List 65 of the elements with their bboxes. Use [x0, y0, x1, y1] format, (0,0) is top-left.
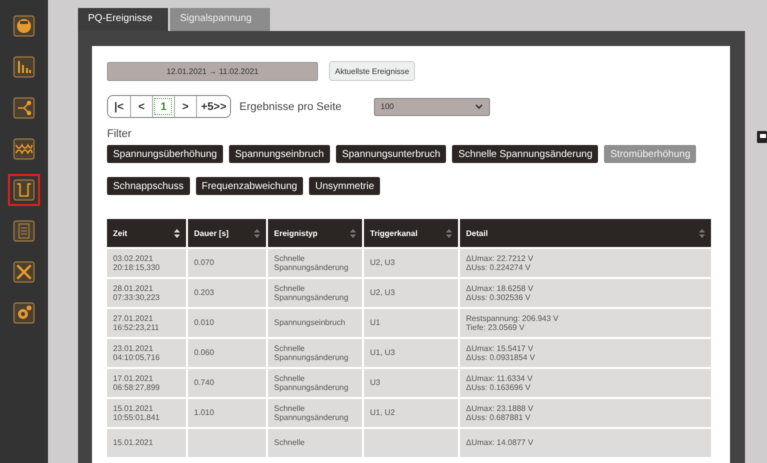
- gear-icon[interactable]: [13, 302, 35, 324]
- tab[interactable]: PQ-Ereignisse: [78, 8, 168, 31]
- table-cell: U1, U2: [363, 398, 459, 428]
- table-cell: U2, U3: [363, 278, 459, 308]
- table-cell: Schnelle Spannungsänderung: [267, 398, 363, 428]
- table-cell: ΔUmax: 15.5417 V ΔUss: 0.0931854 V: [459, 338, 712, 368]
- sidebar-item[interactable]: [8, 174, 40, 206]
- table-cell: 15.01.2021 10:55:01,841: [107, 398, 187, 428]
- table-cell: Restspannung: 206.943 V Tiefe: 23.0569 V: [459, 308, 712, 338]
- table-cell: Schnelle Spannungsänderung: [267, 368, 363, 398]
- table-cell: 0.070: [187, 248, 267, 278]
- meter-icon[interactable]: [13, 15, 35, 37]
- bars-icon[interactable]: [13, 56, 35, 78]
- nodes-icon[interactable]: [13, 97, 35, 119]
- list-icon[interactable]: [13, 220, 35, 242]
- coils-icon[interactable]: [13, 138, 35, 160]
- date-range-field[interactable]: 12.01.2021 → 11.02.2021: [107, 62, 318, 80]
- table-cell: 28.01.2021 07:33:30,223: [107, 278, 187, 308]
- table-cell: ΔUmax: 11.6334 V ΔUss: 0.163696 V: [459, 368, 712, 398]
- table-cell: 0.740: [187, 368, 267, 398]
- table-cell: ΔUmax: 14.0877 V: [459, 428, 712, 458]
- table-cell: 17.01.2021 06:58:27,899: [107, 368, 187, 398]
- column-header[interactable]: Zeit: [107, 219, 187, 248]
- table-cell: U2, U3: [363, 248, 459, 278]
- table-cell: ΔUmax: 23.1888 V ΔUss: 0.687881 V: [459, 398, 712, 428]
- table-cell: 0.010: [187, 308, 267, 338]
- table-cell: ΔUmax: 18.6258 V ΔUss: 0.302536 V: [459, 278, 712, 308]
- latest-events-button[interactable]: Aktuellste Ereignisse: [329, 61, 416, 81]
- table-cell: 0.203: [187, 278, 267, 308]
- filter-chip[interactable]: Schnelle Spannungsänderung: [452, 145, 598, 163]
- table-cell: Schnelle: [267, 428, 363, 458]
- column-header[interactable]: Detail: [459, 219, 712, 248]
- per-page-label: Ergebnisse pro Seite: [239, 100, 342, 112]
- page-button[interactable]: 1: [152, 96, 174, 117]
- table-cell: Schnelle Spannungsänderung: [267, 278, 363, 308]
- page-button[interactable]: +5>>: [196, 96, 230, 117]
- table-cell: Spannungseinbruch: [267, 308, 363, 338]
- filter-chip[interactable]: Spannungseinbruch: [228, 145, 330, 163]
- column-header[interactable]: Triggerkanal: [363, 219, 459, 248]
- table-cell: 0.060: [187, 338, 267, 368]
- table-cell: 27.01.2021 16:52:23,211: [107, 308, 187, 338]
- table-cell: U1: [363, 308, 459, 338]
- table-cell: 23.01.2021 04:10:05,716: [107, 338, 187, 368]
- side-tab-icon[interactable]: [757, 131, 767, 143]
- column-header[interactable]: Dauer [s]: [187, 219, 267, 248]
- table-cell: 03.02.2021 20:18:15,330: [107, 248, 187, 278]
- table-cell: U1, U3: [363, 338, 459, 368]
- table-cell: U3: [363, 368, 459, 398]
- filter-chip[interactable]: Spannungsunterbruch: [336, 145, 446, 163]
- table-cell: 1.010: [187, 398, 267, 428]
- filter-chip[interactable]: Spannungsüberhöhung: [107, 145, 223, 163]
- waveform-icon[interactable]: [13, 179, 35, 201]
- table-cell: 15.01.2021: [107, 428, 187, 458]
- table-cell: Schnelle Spannungsänderung: [267, 338, 363, 368]
- filter-chip[interactable]: Schnappschuss: [107, 177, 190, 195]
- sort-icon[interactable]: [174, 228, 180, 238]
- table-cell: Schnelle Spannungsänderung: [267, 248, 363, 278]
- table-cell: ΔUmax: 22.7212 V ΔUss: 0.224274 V: [459, 248, 712, 278]
- chevron-down-icon: [474, 104, 483, 109]
- filter-chip[interactable]: Unsymmetrie: [309, 177, 380, 195]
- column-header[interactable]: Ereignistyp: [267, 219, 363, 248]
- filter-chip[interactable]: Frequenzabweichung: [196, 177, 304, 195]
- per-page-select[interactable]: 100: [374, 98, 490, 116]
- tools-icon[interactable]: [13, 261, 35, 283]
- filter-label: Filter: [107, 128, 132, 140]
